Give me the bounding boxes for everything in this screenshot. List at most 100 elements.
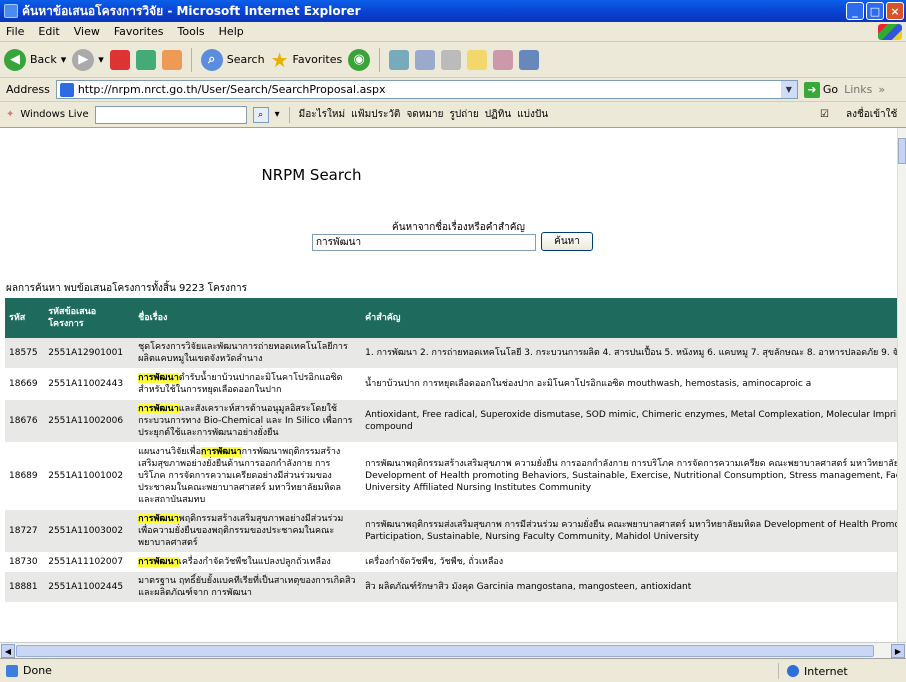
vertical-scroll-thumb[interactable] [898, 138, 906, 164]
favorites-button[interactable]: ★ Favorites [271, 48, 343, 72]
windows-live-options-icon[interactable]: ▾ [275, 109, 280, 120]
cell-id: 18727 [5, 509, 45, 553]
cell-title[interactable]: การพัฒนาเครื่องกำจัดวัชพืชในแปลงปลูกถั่ว… [134, 552, 362, 572]
lw-item-profile[interactable]: แฟ้มประวัติ [351, 107, 400, 122]
menu-view[interactable]: View [74, 25, 100, 38]
title-bar: ค้นหาข้อเสนอโครงการวิจัย - Microsoft Int… [0, 0, 906, 22]
maximize-button[interactable]: □ [866, 2, 884, 20]
lw-item-calendar[interactable]: ปฏิทิน [485, 107, 512, 122]
page-done-icon [6, 664, 18, 677]
title-prefix: การพัฒนา [138, 373, 179, 383]
windows-live-search-icon[interactable]: ⌕ [252, 106, 269, 123]
address-bar: Address http://nrpm.nrct.go.th/User/Sear… [0, 78, 906, 102]
address-dropdown-icon[interactable]: ▼ [780, 81, 797, 98]
edit-icon[interactable] [493, 49, 514, 70]
page-title: NRPM Search [261, 166, 362, 184]
cell-title[interactable]: แผนงานวิจัยเพื่อการพัฒนาการพัฒนาพฤติกรรม… [134, 442, 362, 510]
title-prefix: แผนงานวิจัยเพื่อ [138, 447, 201, 457]
horizontal-scrollbar[interactable]: ◀ ▶ [0, 642, 906, 658]
menu-file[interactable]: File [6, 25, 24, 38]
col-header-code[interactable]: รหัสข้อเสนอโครงการ [44, 298, 135, 338]
signin-link[interactable]: ลงชื่อเข้าใช้ [846, 107, 897, 122]
address-label: Address [6, 83, 50, 96]
back-button[interactable]: ◀ Back ▾ [4, 48, 66, 71]
ie-icon [4, 4, 18, 18]
menu-edit[interactable]: Edit [38, 25, 59, 38]
col-header-keywords[interactable]: คำสำคัญ [361, 298, 897, 338]
cell-code: 2551A11002006 [44, 399, 135, 443]
search-label: ค้นหาจากชื่อเรื่องหรือคำสำคัญ [392, 222, 525, 233]
cell-id: 18669 [5, 368, 45, 400]
title-prefix: การพัฒนา [138, 404, 179, 414]
folder-icon[interactable] [467, 49, 488, 70]
lw-item-new[interactable]: มีอะไรใหม่ [299, 107, 345, 122]
mail-icon[interactable] [415, 49, 436, 70]
cell-title[interactable]: มาตรฐาน ฤทธิ์ยับยั้งแบคทีเรียที่เป็นสาเห… [134, 571, 362, 603]
cell-title[interactable]: การพัฒนาพฤติกรรมสร้างเสริมสุขภาพอย่างมีส… [134, 509, 362, 553]
history-icon[interactable] [389, 49, 410, 70]
table-row[interactable]: 18727 2551A11003002 การพัฒนาพฤติกรรมสร้างเ… [5, 509, 897, 553]
home-icon[interactable] [161, 49, 182, 70]
go-arrow-icon: ➜ [803, 81, 820, 98]
table-header-row: รหัส รหัสข้อเสนอโครงการ ชื่อเรื่อง คำสำค… [5, 298, 897, 338]
go-button[interactable]: ➜ Go [803, 81, 838, 98]
table-row[interactable]: 18689 2551A11001002 แผนงานวิจัยเพื่อการพัฒ… [5, 442, 897, 510]
media-icon[interactable]: ◉ [348, 48, 371, 71]
horizontal-scroll-thumb[interactable] [16, 645, 874, 657]
menu-help[interactable]: Help [219, 25, 244, 38]
page-icon [59, 82, 74, 97]
close-button[interactable]: × [886, 2, 904, 20]
print-icon[interactable] [441, 49, 462, 70]
lw-item-photos[interactable]: รูปถ่าย [449, 107, 478, 122]
checkbox-icon[interactable]: ☑ [820, 109, 829, 120]
page-content: NRPM Search ค้นหาจากชื่อเรื่องหรือคำสำคั… [0, 128, 897, 642]
windows-live-label: Windows Live [20, 109, 89, 120]
messenger-icon[interactable] [519, 49, 540, 70]
windows-live-logo-icon: ✦ [6, 109, 15, 120]
lw-item-mail[interactable]: จดหมาย [406, 107, 443, 122]
scroll-right-icon[interactable]: ▶ [891, 644, 905, 658]
cell-id: 18575 [5, 338, 45, 369]
cell-title[interactable]: ชุดโครงการวิจัยและพัฒนาการถ่ายทอดเทคโนโล… [134, 338, 362, 369]
menu-bar: File Edit View Favorites Tools Help [0, 22, 906, 42]
toolbar: ◀ Back ▾ ▶ ▾ ⌕ Search ★ Favorites ◉ [0, 42, 906, 78]
table-row[interactable]: 18575 2551A12901001 ชุดโครงการวิจัยและพัฒน… [5, 338, 897, 369]
stop-icon[interactable] [109, 49, 130, 70]
address-input[interactable]: http://nrpm.nrct.go.th/User/Search/Searc… [55, 80, 798, 99]
title-text: มาตรฐาน ฤทธิ์ยับยั้งแบคทีเรียที่เป็นสาเห… [138, 576, 356, 598]
minimize-button[interactable]: _ [846, 2, 864, 20]
cell-title[interactable]: การพัฒนาและสังเคราะห์สารต้านอนุมูลอิสระโ… [134, 399, 362, 443]
links-button[interactable]: Links [844, 83, 872, 96]
globe-icon [787, 665, 799, 677]
col-header-title[interactable]: ชื่อเรื่อง [134, 298, 362, 338]
forward-arrow-icon: ▶ [72, 48, 95, 71]
search-input[interactable] [312, 234, 536, 251]
windows-live-toolbar: ✦ Windows Live ⌕ ▾ มีอะไรใหม่ แฟ้มประวัต… [0, 102, 906, 128]
scroll-left-icon[interactable]: ◀ [1, 644, 15, 658]
refresh-icon[interactable] [135, 49, 156, 70]
title-prefix: การพัฒนา [138, 557, 179, 567]
menu-favorites[interactable]: Favorites [114, 25, 164, 38]
table-row[interactable]: 18676 2551A11002006 การพัฒนาและสังเคราะห์ส… [5, 399, 897, 443]
search-button[interactable]: ⌕ Search [200, 48, 265, 71]
search-icon: ⌕ [200, 48, 223, 71]
table-row[interactable]: 18730 2551A11102007 การพัฒนาเครื่องกำจัดวั… [5, 552, 897, 572]
cell-title[interactable]: การพัฒนาตำรับน้ำยาบ้วนปากอะมิโนคาโปรอิกแ… [134, 368, 362, 400]
table-row[interactable]: 18881 2551A11002445 มาตรฐาน ฤทธิ์ยับยั้งแบ… [5, 571, 897, 603]
cell-id: 18676 [5, 399, 45, 443]
search-submit-button[interactable]: ค้นหา [541, 232, 593, 251]
title-text: เครื่องกำจัดวัชพืชในแปลงปลูกถั่วเหลือง [178, 557, 331, 567]
results-table: รหัส รหัสข้อเสนอโครงการ ชื่อเรื่อง คำสำค… [5, 298, 897, 603]
table-row[interactable]: 18669 2551A11002443 การพัฒนาตำรับน้ำยาบ้วน… [5, 368, 897, 400]
cell-code: 2551A11102007 [44, 552, 135, 572]
menu-tools[interactable]: Tools [178, 25, 205, 38]
lw-item-share[interactable]: แบ่งปัน [517, 107, 548, 122]
windows-live-search-input[interactable] [94, 105, 247, 124]
col-header-id[interactable]: รหัส [5, 298, 45, 338]
security-zone: Internet [778, 663, 848, 679]
cell-keywords: Antioxidant, Free radical, Superoxide di… [361, 399, 897, 443]
forward-button[interactable]: ▶ ▾ [72, 48, 104, 71]
cell-keywords: การพัฒนาพฤติกรรมส่งเสริมสุขภาพ การมีส่วน… [361, 509, 897, 553]
vertical-scrollbar[interactable] [897, 128, 906, 642]
cell-code: 2551A11001002 [44, 442, 135, 510]
